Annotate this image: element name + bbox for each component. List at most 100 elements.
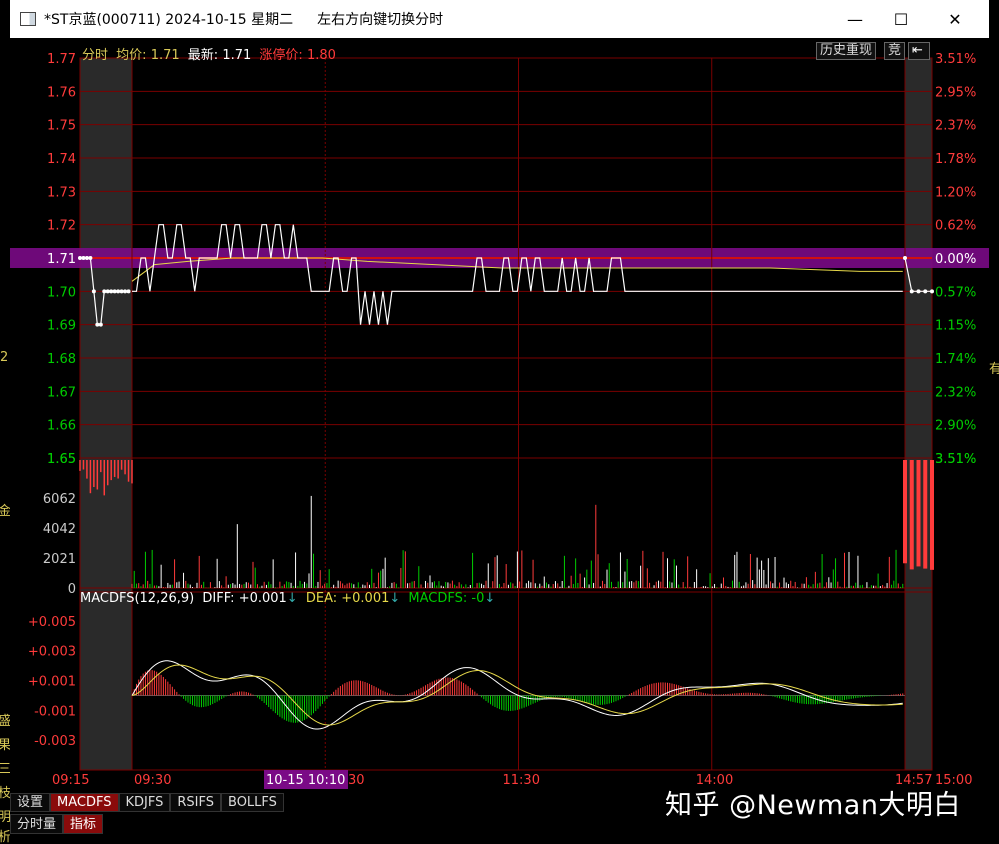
sub-tabs: 分时量 指标 bbox=[10, 814, 104, 834]
price-tick-label: 1.66 bbox=[47, 419, 76, 434]
tab-macdfs[interactable]: MACDFS bbox=[50, 793, 119, 812]
closing-volume-bar bbox=[930, 460, 934, 570]
auction-point bbox=[102, 289, 107, 294]
side-fragment: 有 bbox=[989, 362, 999, 377]
auction-point bbox=[903, 256, 907, 260]
pct-tick-label: 0.57% bbox=[935, 285, 976, 300]
limit-value: 1.80 bbox=[306, 48, 336, 63]
dea-label: DEA: bbox=[305, 591, 338, 606]
limit-label: 涨停价: bbox=[259, 48, 303, 63]
macd-tick-label: -0.001 bbox=[34, 704, 76, 719]
time-tick-label: 09:15 bbox=[52, 773, 89, 788]
closing-volume-bar bbox=[916, 460, 921, 567]
side-fragment: 明 bbox=[0, 810, 10, 825]
latest-value: 1.71 bbox=[222, 48, 252, 63]
macd-tick-label: +0.003 bbox=[28, 645, 76, 660]
auction-point bbox=[109, 289, 114, 294]
side-fragment: 枝 bbox=[0, 786, 10, 801]
minimize-button[interactable]: — bbox=[832, 0, 878, 38]
price-tick-label: 1.75 bbox=[47, 119, 76, 134]
macd-tick-label: +0.005 bbox=[28, 615, 76, 630]
macd-tick-label: +0.001 bbox=[28, 675, 76, 690]
auction-point bbox=[81, 256, 86, 260]
time-tick-label: 09:30 bbox=[134, 773, 171, 788]
auction-point bbox=[930, 289, 934, 294]
auction-button[interactable]: 竞 bbox=[884, 42, 906, 60]
pct-tick-label: 1.78% bbox=[935, 152, 976, 167]
price-tick-label: 1.65 bbox=[47, 452, 76, 467]
avg-value: 1.71 bbox=[150, 48, 180, 63]
watermark: 知乎 @Newman大明白 bbox=[665, 790, 961, 821]
price-tick-label: 1.73 bbox=[47, 185, 76, 200]
tab-settings[interactable]: 设置 bbox=[10, 793, 51, 812]
chart-window[interactable]: 1.77 3.51% 1.76 2.95% 1.75 2.37% 1.74 1.78% 1.73… bbox=[10, 38, 989, 844]
pct-tick-label: 2.37% bbox=[935, 119, 976, 134]
pct-tick-label: 3.51% bbox=[935, 452, 976, 467]
price-tick-label: 1.68 bbox=[47, 352, 76, 367]
price-tick-label: 1.76 bbox=[47, 85, 76, 100]
auction-point bbox=[95, 322, 100, 327]
side-fragment: 三 bbox=[0, 762, 10, 777]
pct-tick-label: 2.95% bbox=[935, 85, 976, 100]
side-fragment: 2 bbox=[0, 350, 9, 365]
app-icon bbox=[20, 12, 36, 26]
auction-point bbox=[126, 289, 131, 294]
title-bar[interactable]: *ST京蓝(000711) 2024-10-15 星期二 左右方向键切换分时 —… bbox=[10, 0, 989, 38]
auction-point bbox=[119, 289, 124, 294]
closing-volume-bar bbox=[923, 460, 928, 569]
auction-point bbox=[916, 289, 921, 294]
dea-value: +0.001 bbox=[341, 591, 390, 606]
avg-label: 均价: bbox=[116, 48, 147, 63]
side-fragment: 果 bbox=[0, 738, 10, 753]
window-hint: 左右方向键切换分时 bbox=[317, 12, 444, 28]
macd-tick-label: -0.003 bbox=[34, 734, 76, 749]
price-tick-label: 1.77 bbox=[47, 52, 76, 67]
right-window-edge: 有 bbox=[989, 38, 999, 844]
auction-point bbox=[84, 256, 89, 260]
mode-label: 分时 bbox=[82, 48, 109, 63]
auction-point bbox=[78, 256, 82, 260]
macdfs-label: MACDFS: bbox=[408, 591, 468, 606]
pct-tick-label: 1.74% bbox=[935, 352, 976, 367]
macdfs-value: -0 bbox=[471, 591, 485, 606]
pct-tick-label: 1.20% bbox=[935, 185, 976, 200]
left-window-edge: 2 金 盛 果 三 枝 明 析 bbox=[0, 0, 10, 844]
tab-indicator[interactable]: 指标 bbox=[63, 814, 104, 834]
auction-point bbox=[98, 322, 103, 327]
price-tick-label: 1.71 bbox=[47, 252, 76, 267]
indicator-tabs: 设置 MACDFS KDJFS RSIFS BOLLFS bbox=[10, 793, 284, 812]
closing-volume-bar bbox=[903, 460, 907, 564]
time-tick-label: 30 bbox=[348, 773, 365, 788]
tab-minute-volume[interactable]: 分时量 bbox=[10, 814, 64, 834]
time-tick-label: 11:30 bbox=[503, 773, 540, 788]
price-tick-label: 1.67 bbox=[47, 385, 76, 400]
auction-point bbox=[112, 289, 117, 294]
closing-shade bbox=[905, 58, 932, 770]
auction-point bbox=[88, 256, 93, 260]
info-bar: 分时 均价: 1.71 最新: 1.71 涨停价: 1.80 bbox=[82, 44, 336, 63]
side-fragment: 金 bbox=[0, 504, 10, 519]
side-fragment: 盛 bbox=[0, 714, 10, 729]
history-replay-button[interactable]: 历史重现 bbox=[816, 42, 877, 60]
auction-point bbox=[909, 289, 914, 294]
maximize-button[interactable]: ☐ bbox=[878, 0, 924, 38]
price-tick-label: 1.72 bbox=[47, 219, 76, 234]
macd-name: MACDFS(12,26,9) bbox=[80, 591, 195, 606]
window-title: *ST京蓝(000711) 2024-10-15 星期二 bbox=[44, 12, 294, 28]
close-button[interactable]: ✕ bbox=[932, 0, 978, 38]
diff-label: DIFF: bbox=[202, 591, 235, 606]
auction-point bbox=[116, 289, 121, 294]
diff-value: +0.001 bbox=[238, 591, 287, 606]
tab-rsifs[interactable]: RSIFS bbox=[170, 793, 221, 812]
tab-bollfs[interactable]: BOLLFS bbox=[221, 793, 284, 812]
side-fragment: 析 bbox=[0, 830, 10, 844]
volume-tick-label: 0 bbox=[68, 582, 76, 597]
back-arrow-icon[interactable]: ⇤ bbox=[908, 42, 930, 60]
tab-kdjfs[interactable]: KDJFS bbox=[118, 793, 171, 812]
macd-header: MACDFS(12,26,9) DIFF: +0.001↓ DEA: +0.00… bbox=[80, 591, 496, 606]
intraday-chart[interactable]: 1.77 3.51% 1.76 2.95% 1.75 2.37% 1.74 1.78% 1.73… bbox=[10, 38, 989, 844]
auction-point bbox=[123, 289, 128, 294]
auction-point bbox=[923, 289, 928, 294]
price-tick-label: 1.74 bbox=[47, 152, 76, 167]
volume-tick-label: 6062 bbox=[43, 492, 76, 507]
